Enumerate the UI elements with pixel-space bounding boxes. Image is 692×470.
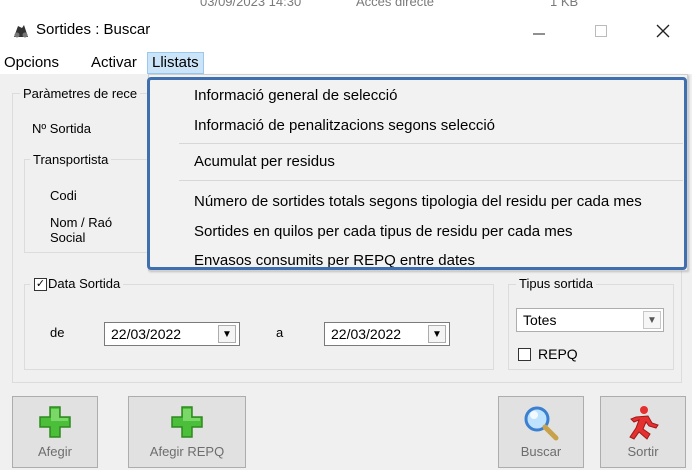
menu-bar: Opcions Activar Llistats: [0, 50, 692, 74]
data-sortida-checkbox[interactable]: ✓: [34, 278, 47, 291]
menu-item-sortides-quilos[interactable]: Sortides en quilos per cada tipus de res…: [194, 223, 573, 240]
nom-label: Nom / Raó: [50, 215, 113, 230]
menu-item-sortides-tipologia[interactable]: Número de sortides totals segons tipolog…: [194, 193, 642, 210]
exit-runner-icon: [629, 406, 659, 440]
afegir-button[interactable]: Afegir: [12, 396, 98, 468]
chevron-down-icon[interactable]: ▼: [218, 325, 236, 343]
date-from-value: 22/03/2022: [111, 326, 182, 342]
tipus-sortida-select[interactable]: Totes ▼: [516, 308, 664, 332]
plus-icon: [171, 406, 203, 438]
menu-item-acumulat-residus[interactable]: Acumulat per residus: [194, 153, 335, 170]
tipus-sortida-value: Totes: [523, 312, 557, 328]
tipus-sortida-title: Tipus sortida: [516, 276, 596, 291]
date-to-picker[interactable]: 22/03/2022 ▼: [324, 322, 450, 346]
menu-item-informacio-general[interactable]: Informació general de selecció: [194, 87, 397, 104]
menu-item-penalitzacions[interactable]: Informació de penalitzacions segons sele…: [194, 117, 495, 134]
maximize-icon: [595, 25, 607, 37]
buscar-label: Buscar: [520, 444, 562, 459]
codi-label: Codi: [50, 188, 77, 203]
afegir-label: Afegir: [38, 444, 72, 459]
chevron-down-icon[interactable]: ▼: [643, 311, 661, 329]
app-icon: [14, 25, 28, 38]
plus-icon: [39, 406, 71, 438]
num-sortida-label: Nº Sortida: [32, 121, 91, 136]
repq-checkbox[interactable]: [518, 348, 531, 361]
magnifier-icon: [524, 406, 559, 441]
date-from-picker[interactable]: 22/03/2022 ▼: [104, 322, 240, 346]
social-label: Social: [50, 230, 86, 245]
close-icon: [656, 24, 670, 38]
minimize-icon: [533, 33, 545, 35]
menu-separator: [179, 143, 683, 144]
minimize-button[interactable]: [516, 12, 562, 50]
background-size-text: 1 KB: [550, 0, 579, 9]
close-button[interactable]: [640, 12, 686, 50]
sortir-label: Sortir: [627, 444, 659, 459]
background-window-strip: 03/09/2023 14:30 Accés directe 1 KB: [0, 0, 692, 12]
sortir-button[interactable]: Sortir: [600, 396, 686, 468]
llistats-dropdown-menu: Informació general de selecció Informaci…: [148, 74, 688, 271]
menu-separator: [179, 180, 683, 181]
date-to-value: 22/03/2022: [331, 326, 402, 342]
menu-opcions[interactable]: Opcions: [0, 52, 63, 74]
buscar-button[interactable]: Buscar: [498, 396, 584, 468]
menu-llistats[interactable]: Llistats: [147, 52, 204, 74]
a-label: a: [276, 325, 284, 340]
transportista-group-title: Transportista: [30, 152, 112, 167]
parameters-group-title: Paràmetres de rece: [20, 86, 141, 101]
window-title: Sortides : Buscar: [36, 21, 151, 38]
chevron-down-icon[interactable]: ▼: [428, 325, 446, 343]
background-access-text: Accés directe: [356, 0, 435, 9]
afegir-repq-button[interactable]: Afegir REPQ: [128, 396, 246, 468]
background-date-text: 03/09/2023 14:30: [200, 0, 302, 9]
afegir-repq-label: Afegir REPQ: [149, 444, 225, 459]
de-label: de: [50, 325, 65, 340]
title-bar: Sortides : Buscar: [0, 12, 692, 50]
maximize-button[interactable]: [578, 12, 624, 50]
menu-item-envasos-repq[interactable]: Envasos consumits per REPQ entre dates: [194, 252, 475, 269]
repq-label: REPQ: [538, 346, 578, 362]
menu-activar[interactable]: Activar: [87, 52, 141, 74]
